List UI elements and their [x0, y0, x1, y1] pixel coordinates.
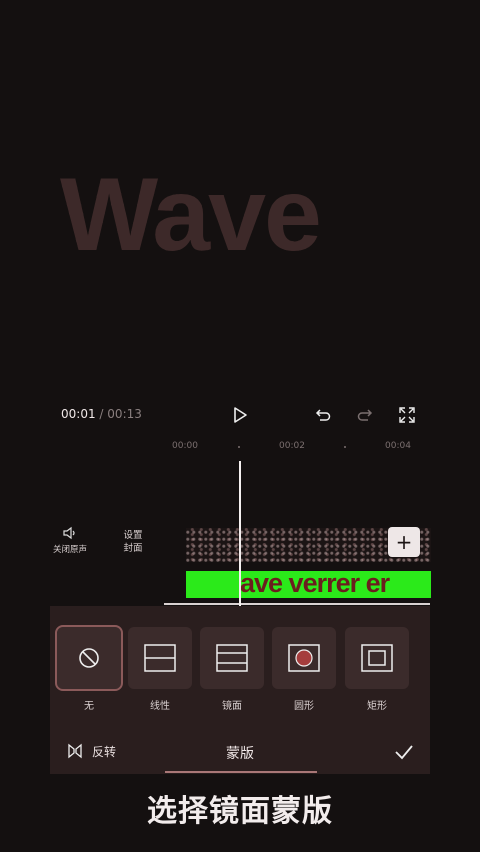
- mask-option-rectangle[interactable]: [345, 627, 409, 689]
- mute-original-audio-label: 关闭原声: [52, 545, 87, 555]
- invert-icon: [68, 743, 82, 759]
- mask-option-mirror[interactable]: [200, 627, 264, 689]
- mask-option-label: 镜面: [222, 701, 242, 712]
- linear-mask-icon: [144, 644, 176, 672]
- set-cover-label-line1: 设置: [123, 530, 143, 541]
- mask-option-none[interactable]: [55, 625, 123, 691]
- current-time: 00:01: [61, 407, 96, 421]
- mask-option-label: 无: [84, 701, 94, 712]
- ruler-dot: [344, 446, 346, 448]
- preview-overlay-text: Wave: [60, 163, 380, 267]
- mask-option-label: 线性: [150, 701, 170, 712]
- set-cover-button[interactable]: 设置 封面: [116, 529, 150, 555]
- rectangle-mask-icon: [361, 644, 393, 672]
- ruler-dot: [238, 446, 240, 448]
- playhead[interactable]: [239, 461, 241, 607]
- circle-mask-icon: [288, 644, 320, 672]
- total-time: 00:13: [107, 407, 142, 421]
- invert-label: 反转: [92, 744, 117, 759]
- text-track-clip[interactable]: ave verrer er: [186, 571, 431, 598]
- text-track-content: ave verrer er: [240, 571, 390, 598]
- checkmark-icon: [395, 745, 413, 760]
- mask-option-linear[interactable]: [128, 627, 192, 689]
- add-clip-button[interactable]: +: [388, 527, 420, 557]
- set-cover-label-line2: 封面: [123, 543, 143, 554]
- mask-option-label: 矩形: [367, 701, 387, 712]
- mirror-mask-icon: [216, 644, 248, 672]
- none-icon: [79, 648, 99, 668]
- speaker-icon: [63, 526, 75, 540]
- undo-button[interactable]: [311, 403, 335, 427]
- caption-text: 选择镜面蒙版: [147, 794, 333, 829]
- fullscreen-icon: [399, 407, 415, 423]
- panel-title-underline: [165, 771, 317, 773]
- panel-title: 蒙版: [226, 746, 254, 762]
- invert-button[interactable]: 反转: [66, 742, 116, 760]
- time-display: 00:01 / 00:13: [61, 407, 142, 421]
- timeline-baseline: [164, 603, 430, 605]
- undo-icon: [315, 409, 331, 421]
- time-separator: /: [99, 407, 104, 421]
- ruler-label: 00:04: [385, 441, 411, 451]
- redo-button[interactable]: [353, 403, 377, 427]
- fullscreen-button[interactable]: [395, 403, 419, 427]
- ruler-label: 00:00: [172, 441, 198, 451]
- mask-option-label: 圆形: [294, 701, 314, 712]
- redo-icon: [357, 409, 373, 421]
- confirm-button[interactable]: [392, 740, 416, 764]
- mask-option-circle[interactable]: [272, 627, 336, 689]
- play-button[interactable]: [228, 403, 252, 427]
- play-icon: [234, 407, 247, 423]
- mute-original-audio-button[interactable]: 关闭原声: [50, 526, 90, 555]
- ruler-label: 00:02: [279, 441, 305, 451]
